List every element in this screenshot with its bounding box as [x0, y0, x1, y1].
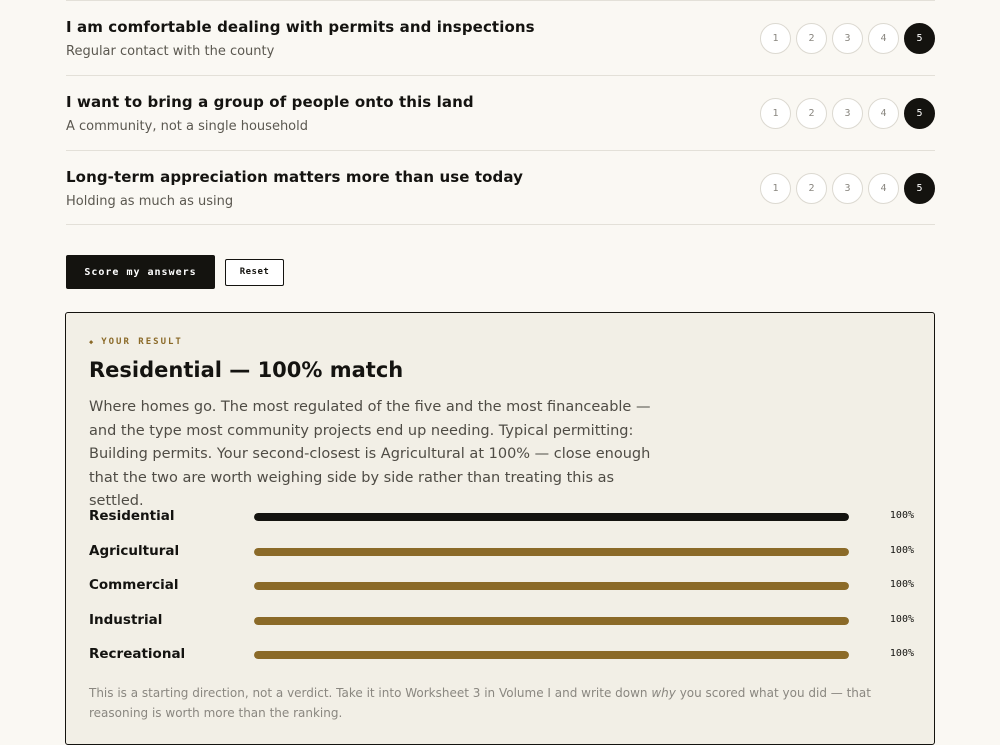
question-title: I am comfortable dealing with permits an… — [66, 18, 535, 36]
score-bar-track — [254, 616, 849, 625]
result-note: This is a starting direction, not a verd… — [89, 683, 889, 723]
score-row: Recreational 100% — [89, 644, 914, 679]
score-label: Commercial — [89, 577, 179, 593]
question-item: I am comfortable dealing with permits an… — [66, 0, 935, 75]
score-bar-fill — [254, 651, 849, 659]
score-bar-track — [254, 651, 849, 659]
rating-option-1[interactable]: 1 — [760, 23, 791, 54]
rating-option-5[interactable]: 5 — [904, 173, 935, 204]
score-label: Recreational — [89, 646, 186, 662]
rating-scale: 1 2 3 4 5 — [760, 98, 935, 129]
question-item: I want to bring a group of people onto t… — [66, 75, 935, 150]
rating-option-3[interactable]: 3 — [832, 98, 863, 129]
score-bar-fill — [254, 582, 849, 590]
rating-option-2[interactable]: 2 — [796, 98, 827, 129]
rating-option-4[interactable]: 4 — [868, 98, 899, 129]
score-bar-track — [254, 547, 849, 556]
score-button[interactable]: Score my answers — [66, 255, 215, 289]
rating-option-2[interactable]: 2 — [796, 173, 827, 204]
score-percent: 100% — [889, 579, 914, 590]
score-bar-fill — [254, 513, 849, 521]
score-percent: 100% — [889, 544, 914, 556]
score-row: Commercial 100% — [89, 575, 914, 610]
score-bar-fill — [254, 547, 849, 556]
score-percent: 100% — [889, 648, 914, 659]
rating-option-5[interactable]: 5 — [904, 23, 935, 54]
rating-option-4[interactable]: 4 — [868, 23, 899, 54]
score-bar-fill — [254, 616, 849, 625]
question-subtitle: Regular contact with the county — [66, 44, 275, 59]
rating-option-3[interactable]: 3 — [832, 173, 863, 204]
score-row: Residential 100% — [89, 506, 914, 541]
score-bars: Residential 100% Agricultural 100% Commercia… — [89, 506, 914, 679]
question-list: I am comfortable dealing with permits an… — [66, 0, 935, 225]
score-label: Residential — [89, 508, 175, 524]
rating-option-1[interactable]: 1 — [760, 98, 791, 129]
note-emphasis: why — [651, 686, 676, 700]
result-description: Where homes go. The most regulated of th… — [89, 399, 651, 509]
score-label: Agricultural — [89, 542, 180, 559]
question-title: Long-term appreciation matters more than… — [66, 168, 524, 186]
result-panel: ◆ YOUR RESULT Residential — 100% match W… — [65, 312, 935, 745]
score-row: Industrial 100% — [89, 610, 914, 645]
score-bar-track — [254, 513, 849, 521]
rating-option-4[interactable]: 4 — [868, 173, 899, 204]
rating-option-1[interactable]: 1 — [760, 173, 791, 204]
score-row: Agricultural 100% — [89, 541, 914, 576]
rating-option-2[interactable]: 2 — [796, 23, 827, 54]
form-actions: Score my answers Reset — [66, 255, 284, 289]
rating-scale: 1 2 3 4 5 — [760, 23, 935, 54]
note-text-start: This is a starting direction, not a verd… — [89, 686, 652, 700]
diamond-icon: ◆ — [89, 338, 96, 346]
result-title: Residential — 100% match — [89, 358, 404, 382]
question-title: I want to bring a group of people onto t… — [66, 93, 474, 111]
score-bar-track — [254, 582, 849, 590]
question-subtitle: Holding as much as using — [66, 194, 234, 209]
rating-option-3[interactable]: 3 — [832, 23, 863, 54]
question-subtitle: A community, not a single household — [66, 119, 308, 134]
result-eyebrow: ◆ YOUR RESULT — [89, 337, 183, 347]
result-eyebrow-label: YOUR RESULT — [101, 337, 183, 347]
score-percent: 100% — [889, 510, 914, 521]
reset-button[interactable]: Reset — [225, 258, 284, 286]
score-label: Industrial — [89, 611, 163, 628]
score-percent: 100% — [889, 613, 914, 625]
question-item: Long-term appreciation matters more than… — [66, 150, 935, 225]
rating-scale: 1 2 3 4 5 — [760, 173, 935, 204]
rating-option-5[interactable]: 5 — [904, 98, 935, 129]
